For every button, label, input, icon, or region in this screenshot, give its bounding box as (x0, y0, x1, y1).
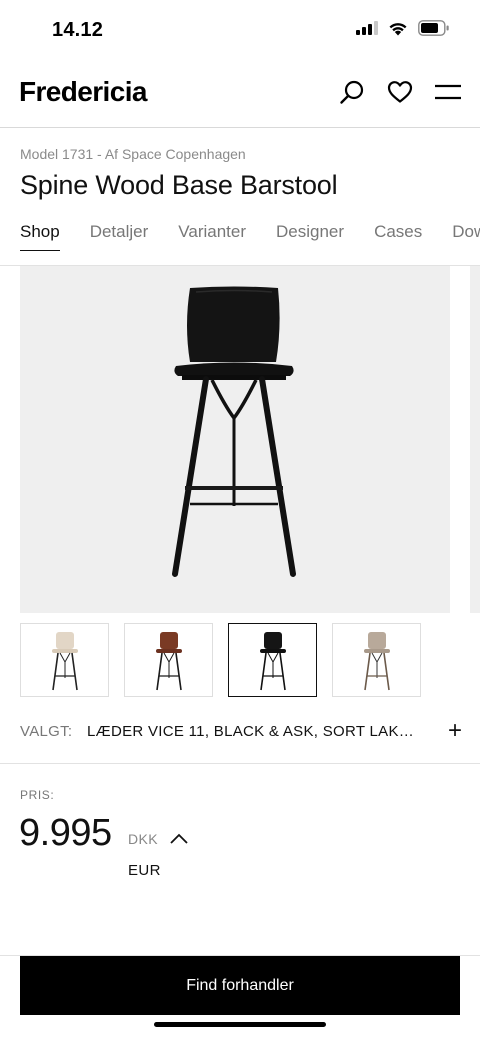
currency-selector[interactable]: DKK (128, 831, 158, 847)
status-time: 14.12 (52, 19, 104, 41)
variant-thumbnails (20, 623, 421, 697)
product-title: Spine Wood Base Barstool (20, 170, 338, 200)
heart-icon[interactable] (386, 78, 414, 106)
wifi-icon (389, 22, 407, 35)
menu-icon[interactable] (434, 78, 462, 106)
cellular-signal-icon (356, 21, 378, 35)
brand-logo[interactable]: Fredericia (19, 76, 147, 108)
currency-option-eur[interactable]: EUR (128, 862, 161, 879)
product-model-line[interactable]: Model 1731 - Af Space Copenhagen (20, 146, 246, 162)
home-indicator (154, 1022, 326, 1027)
tab-cases[interactable]: Cases (374, 222, 422, 251)
status-bar: 14.12 (0, 0, 480, 60)
tab-shop[interactable]: Shop (20, 222, 60, 251)
variant-value: LÆDER VICE 11, BLACK & ASK, SORT LAKERET (87, 723, 419, 740)
variant-label: VALGT: (20, 723, 73, 740)
next-image-peek[interactable] (470, 266, 480, 613)
variant-thumbnail[interactable] (332, 623, 421, 697)
tab-detaljer[interactable]: Detaljer (90, 222, 149, 251)
variant-thumbnail-selected[interactable] (228, 623, 317, 697)
selected-variant-row[interactable]: VALGT: LÆDER VICE 11, BLACK & ASK, SORT … (0, 700, 480, 764)
price-value: 9.995 (19, 812, 112, 854)
variant-thumbnail[interactable] (124, 623, 213, 697)
chevron-up-icon[interactable] (168, 829, 190, 847)
tab-downloads[interactable]: Dow (452, 222, 480, 251)
header-actions (338, 78, 462, 106)
tab-designer[interactable]: Designer (276, 222, 344, 251)
find-dealer-button[interactable]: Find forhandler (20, 956, 460, 1015)
price-label: PRIS: (20, 788, 55, 802)
variant-thumbnail[interactable] (20, 623, 109, 697)
search-icon[interactable] (338, 78, 366, 106)
expand-plus-icon[interactable]: + (448, 717, 462, 745)
status-icons (356, 20, 450, 36)
barstool-image (172, 286, 296, 577)
product-heading: Model 1731 - Af Space Copenhagen Spine W… (0, 128, 480, 266)
battery-icon (418, 20, 449, 36)
tab-varianter[interactable]: Varianter (178, 222, 246, 251)
product-tabs: Shop Detaljer Varianter Designer Cases D… (20, 222, 480, 251)
main-product-image[interactable] (20, 266, 450, 613)
site-header: Fredericia (0, 60, 480, 128)
